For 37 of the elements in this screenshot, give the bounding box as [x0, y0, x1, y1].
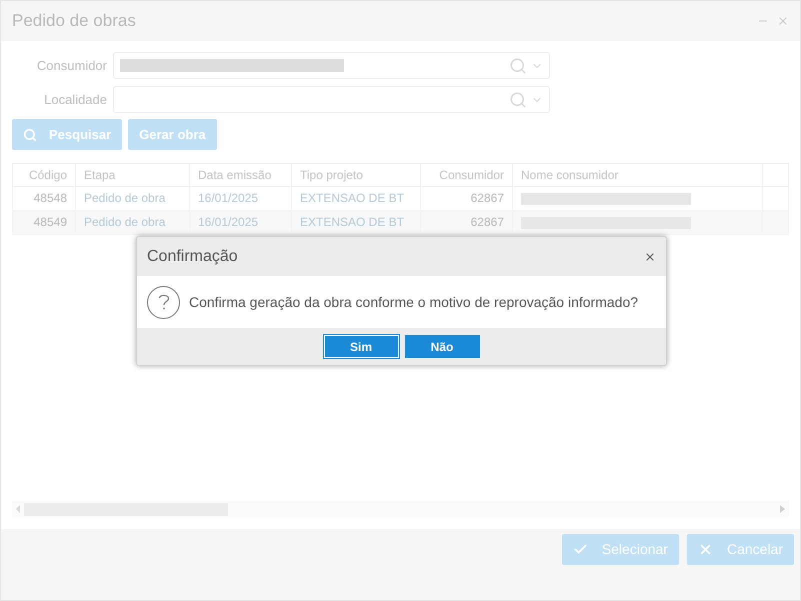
- table-cell: 62867: [421, 187, 513, 210]
- cancel-button[interactable]: Cancelar: [686, 534, 794, 565]
- table-row[interactable]: 48548 Pedido de obra 16/01/2025 EXTENSAO DE BT 62867: [12, 187, 789, 211]
- dialog-title: Confirmação: [147, 246, 239, 266]
- table-cell: 48549: [13, 211, 76, 234]
- search-icon[interactable]: [509, 56, 527, 74]
- search-icon[interactable]: [509, 90, 527, 108]
- select-button[interactable]: Selecionar: [562, 534, 679, 565]
- table-cell: 62867: [421, 211, 513, 234]
- column-header[interactable]: Tipo projeto: [292, 164, 421, 186]
- question-icon: [147, 286, 180, 318]
- column-header[interactable]: Nome consumidor: [513, 164, 763, 186]
- table-cell: Pedido de obra: [76, 211, 190, 234]
- horizontal-scrollbar[interactable]: [12, 501, 789, 517]
- lookup-field[interactable]: [113, 86, 550, 113]
- dialog-button[interactable]: Não: [404, 335, 480, 358]
- column-header[interactable]: Etapa: [76, 164, 190, 186]
- table-cell: 16/01/2025: [190, 211, 292, 234]
- close-icon[interactable]: [644, 250, 656, 262]
- field-label: Localidade: [43, 90, 108, 109]
- search-icon: [23, 128, 37, 142]
- dialog-button[interactable]: Sim: [324, 335, 398, 358]
- column-header[interactable]: Consumidor: [421, 164, 513, 186]
- action-button[interactable]: Gerar obra: [128, 119, 217, 150]
- table-cell: EXTENSAO DE BT: [292, 187, 421, 210]
- table-cell: 16/01/2025: [190, 187, 292, 210]
- search-button[interactable]: Pesquisar: [12, 119, 122, 150]
- field-label: Consumidor: [36, 56, 108, 75]
- column-header[interactable]: Código: [13, 164, 76, 186]
- lookup-field[interactable]: [113, 52, 550, 79]
- dialog-message: Confirma geração da obra conforme o motivo de reprovação informado?: [189, 292, 638, 312]
- table-cell: EXTENSAO DE BT: [292, 211, 421, 234]
- window-title: Pedido de obras: [12, 10, 137, 32]
- table-cell: Pedido de obra: [76, 187, 190, 210]
- table-row[interactable]: 48549 Pedido de obra 16/01/2025 EXTENSAO DE BT 62867: [12, 211, 789, 235]
- table-cell: 48548: [13, 187, 76, 210]
- column-header[interactable]: Data emissão: [190, 164, 292, 186]
